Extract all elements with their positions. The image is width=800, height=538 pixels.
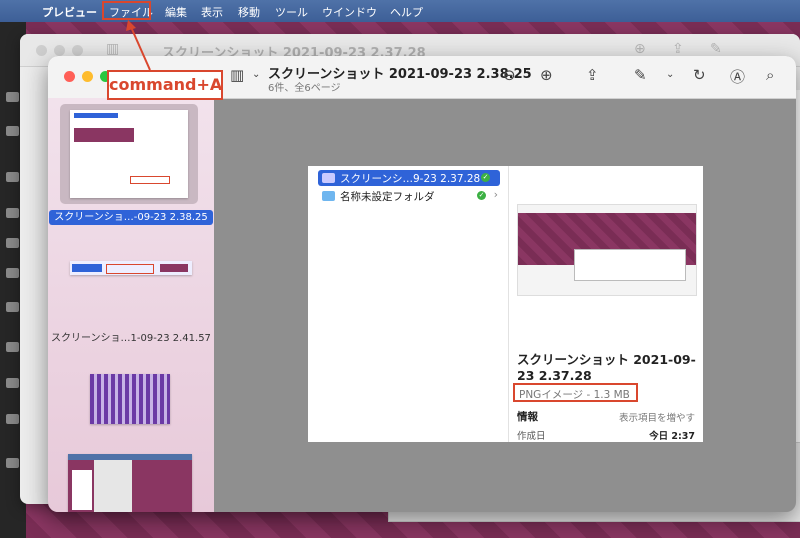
menu-help[interactable]: ヘルプ: [390, 4, 423, 20]
chevron-down-icon[interactable]: ⌄: [252, 69, 260, 80]
comments-icon: [6, 238, 19, 248]
back-close-button[interactable]: [36, 45, 47, 56]
list-item[interactable]: スクリーンシ…9-23 2.37.28 ✓: [318, 170, 500, 186]
file-menu-highlight: [102, 1, 151, 20]
document-page: スクリーンシ…9-23 2.37.28 ✓ 名称未設定フォルダ ✓ › スクリー…: [308, 166, 703, 442]
image-file-icon: [322, 173, 335, 183]
thumbnail-1-caption[interactable]: スクリーンショ…-09-23 2.38.25: [48, 208, 214, 225]
pages-icon: [6, 208, 19, 218]
back-minimize-button[interactable]: [54, 45, 65, 56]
folder-icon: [322, 191, 335, 201]
menu-tools[interactable]: ツール: [275, 4, 308, 20]
tools-icon: [6, 414, 19, 424]
list-item-label: 名称未設定フォルダ: [340, 191, 435, 203]
appearance-icon: [6, 302, 19, 312]
users-icon: [6, 378, 19, 388]
back-zoom-button[interactable]: [72, 45, 83, 56]
window-subtitle: 6件、全6ページ: [268, 83, 341, 94]
zoom-out-icon[interactable]: ⊖: [503, 66, 516, 84]
sync-check-icon: ✓: [481, 173, 490, 182]
back-share-icon[interactable]: ⇪: [672, 41, 684, 57]
media-icon: [6, 172, 19, 182]
thumbnail-2-caption[interactable]: スクリーンショ…1-09-23 2.41.57: [48, 329, 214, 344]
menu-edit[interactable]: 編集: [165, 4, 187, 20]
markup-pen-icon[interactable]: ✎: [634, 66, 647, 84]
markup-menu-chevron-icon[interactable]: ⌄: [666, 69, 674, 80]
list-item-label: スクリーンシ…9-23 2.37.28: [340, 173, 481, 185]
dashboard-icon: [6, 92, 19, 102]
thumbnail-2[interactable]: [70, 261, 192, 275]
shortcut-annotation: command+A: [107, 70, 223, 100]
minimize-button[interactable]: [82, 71, 93, 82]
file-type-highlight: [513, 383, 638, 402]
posts-icon: [6, 126, 19, 136]
preview-window: ▥ ⌄ スクリーンショット 2021-09-23 2.38.25 6件、全6ペー…: [48, 56, 796, 512]
zoom-in-icon[interactable]: ⊕: [540, 66, 553, 84]
finder-list: スクリーンシ…9-23 2.37.28 ✓ 名称未設定フォルダ ✓ ›: [308, 166, 509, 442]
thumbnail-1[interactable]: [70, 110, 188, 198]
list-item[interactable]: 名称未設定フォルダ ✓ ›: [318, 188, 500, 204]
info-section-heading: 情報: [517, 411, 538, 423]
share-icon[interactable]: ⇪: [586, 66, 599, 84]
rotate-icon[interactable]: ↻: [693, 66, 706, 84]
search-icon[interactable]: ⌕: [766, 66, 774, 84]
thumbnail-4[interactable]: [68, 454, 192, 512]
sync-check-icon: ✓: [477, 191, 486, 200]
file-preview-image: [517, 204, 697, 296]
back-sidebar-icon[interactable]: ▥: [106, 41, 119, 57]
menu-window[interactable]: ウインドウ: [322, 4, 377, 20]
back-zoom-in-icon[interactable]: ⊕: [634, 41, 646, 57]
menu-preview[interactable]: プレビュー: [42, 4, 97, 20]
plugins-icon: [6, 342, 19, 352]
created-value: 今日 2:37: [649, 431, 695, 442]
menu-go[interactable]: 移動: [238, 4, 260, 20]
back-markup-icon[interactable]: ✎: [710, 41, 722, 57]
close-button[interactable]: [64, 71, 75, 82]
created-label: 作成日: [517, 431, 546, 442]
thumbnail-3[interactable]: [90, 374, 170, 424]
thumbnail-sidebar: スクリーンショ…-09-23 2.38.25 スクリーンショ…1-09-23 2…: [48, 98, 214, 512]
file-name: スクリーンショット 2021-09-23 2.37.28: [517, 352, 696, 383]
sidebar-toggle-icon[interactable]: ▥: [230, 66, 244, 84]
mail-icon: [6, 268, 19, 278]
settings-icon: [6, 458, 19, 468]
chevron-right-icon: ›: [493, 189, 498, 201]
preview-dialog: [574, 249, 686, 281]
annotate-icon[interactable]: Ⓐ: [730, 66, 745, 87]
menu-view[interactable]: 表示: [201, 4, 223, 20]
show-more-link[interactable]: 表示項目を増やす: [619, 410, 695, 424]
